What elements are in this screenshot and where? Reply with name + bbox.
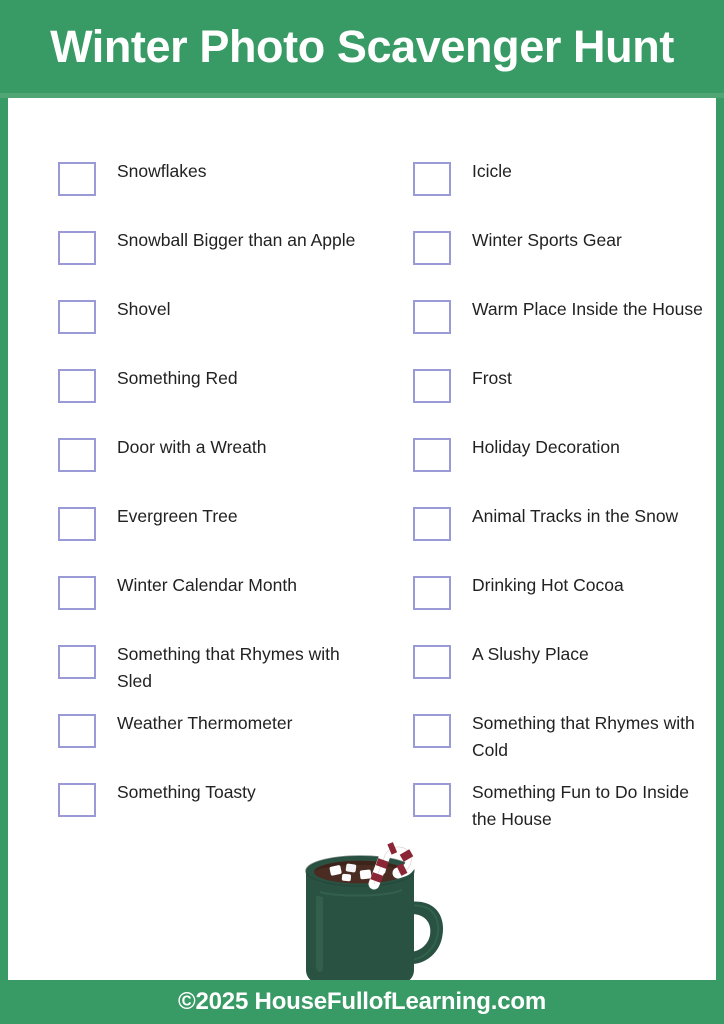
checklist-row[interactable]: Weather Thermometer <box>58 712 360 781</box>
checklist-item-label: Weather Thermometer <box>117 713 293 733</box>
checklist-row[interactable]: Winter Calendar Month <box>58 574 360 643</box>
checklist-row[interactable]: Winter Sports Gear <box>413 229 716 298</box>
checklist-item-label: Something that Rhymes with Cold <box>472 713 695 761</box>
checklist-item-label: Frost <box>472 368 512 388</box>
checklist-item-label: Snowflakes <box>117 161 207 181</box>
checklist-row[interactable]: Something that Rhymes with Cold <box>413 712 716 781</box>
checkbox[interactable] <box>58 576 96 610</box>
checkbox[interactable] <box>413 507 451 541</box>
checkbox[interactable] <box>58 300 96 334</box>
checklist-row[interactable]: Something Red <box>58 367 360 436</box>
checkbox[interactable] <box>58 369 96 403</box>
checklist-item-label: Winter Calendar Month <box>117 575 297 595</box>
checkbox[interactable] <box>413 300 451 334</box>
checklist-item-label: Drinking Hot Cocoa <box>472 575 624 595</box>
checkbox[interactable] <box>58 714 96 748</box>
checklist-item-label: Holiday Decoration <box>472 437 620 457</box>
checkbox[interactable] <box>413 369 451 403</box>
checklist-column-right: Icicle Winter Sports Gear Warm Place Insid… <box>360 160 716 850</box>
checkbox[interactable] <box>413 645 451 679</box>
checkbox[interactable] <box>413 576 451 610</box>
page-title: Winter Photo Scavenger Hunt <box>50 21 674 72</box>
checklist-row[interactable]: Door with a Wreath <box>58 436 360 505</box>
page-header: Winter Photo Scavenger Hunt <box>0 0 724 93</box>
checklist-row[interactable]: Snowflakes <box>58 160 360 229</box>
page-footer: ©2025 HouseFullofLearning.com <box>0 980 724 1024</box>
checklist-item-label: Snowball Bigger than an Apple <box>117 230 356 250</box>
checklist-item-label: Something Fun to Do Inside the House <box>472 782 689 830</box>
checklist-row[interactable]: Frost <box>413 367 716 436</box>
checklist-item-label: Evergreen Tree <box>117 506 238 526</box>
checkbox[interactable] <box>413 231 451 265</box>
checkbox[interactable] <box>413 783 451 817</box>
checklist-item-label: Icicle <box>472 161 512 181</box>
checkbox[interactable] <box>413 714 451 748</box>
hot-cocoa-mug-icon <box>290 840 450 990</box>
checklist-row[interactable]: Something that Rhymes with Sled <box>58 643 360 712</box>
checkbox[interactable] <box>413 162 451 196</box>
checklist-row[interactable]: Animal Tracks in the Snow <box>413 505 716 574</box>
checklist-item-label: Door with a Wreath <box>117 437 267 457</box>
checklist-item-label: Something that Rhymes with Sled <box>117 644 340 692</box>
checkbox[interactable] <box>58 783 96 817</box>
checklist-row[interactable]: Holiday Decoration <box>413 436 716 505</box>
checkbox[interactable] <box>58 645 96 679</box>
checklist-row[interactable]: A Slushy Place <box>413 643 716 712</box>
checklist-row[interactable]: Icicle <box>413 160 716 229</box>
checkbox[interactable] <box>58 231 96 265</box>
checklist-row[interactable]: Snowball Bigger than an Apple <box>58 229 360 298</box>
checklist-item-label: Warm Place Inside the House <box>472 299 703 319</box>
checklist-row[interactable]: Evergreen Tree <box>58 505 360 574</box>
checklist-row[interactable]: Warm Place Inside the House <box>413 298 716 367</box>
printable-page: Winter Photo Scavenger Hunt Snowflakes Sn… <box>0 0 724 1024</box>
content-card: Snowflakes Snowball Bigger than an Apple S… <box>8 98 716 985</box>
checklist-item-label: Shovel <box>117 299 171 319</box>
checkbox[interactable] <box>58 438 96 472</box>
checklist-item-label: Winter Sports Gear <box>472 230 622 250</box>
checkbox[interactable] <box>58 507 96 541</box>
checkbox[interactable] <box>58 162 96 196</box>
checklist-item-label: Something Red <box>117 368 238 388</box>
checklist-row[interactable]: Shovel <box>58 298 360 367</box>
checklist-item-label: A Slushy Place <box>472 644 589 664</box>
checklist-row[interactable]: Drinking Hot Cocoa <box>413 574 716 643</box>
checklist-row[interactable]: Something Toasty <box>58 781 360 850</box>
copyright-text: ©2025 HouseFullofLearning.com <box>178 988 546 1015</box>
checkbox[interactable] <box>413 438 451 472</box>
checklist-grid: Snowflakes Snowball Bigger than an Apple S… <box>8 160 716 850</box>
checklist-item-label: Something Toasty <box>117 782 256 802</box>
checklist-row[interactable]: Something Fun to Do Inside the House <box>413 781 716 850</box>
checklist-item-label: Animal Tracks in the Snow <box>472 506 679 526</box>
checklist-column-left: Snowflakes Snowball Bigger than an Apple S… <box>8 160 360 850</box>
